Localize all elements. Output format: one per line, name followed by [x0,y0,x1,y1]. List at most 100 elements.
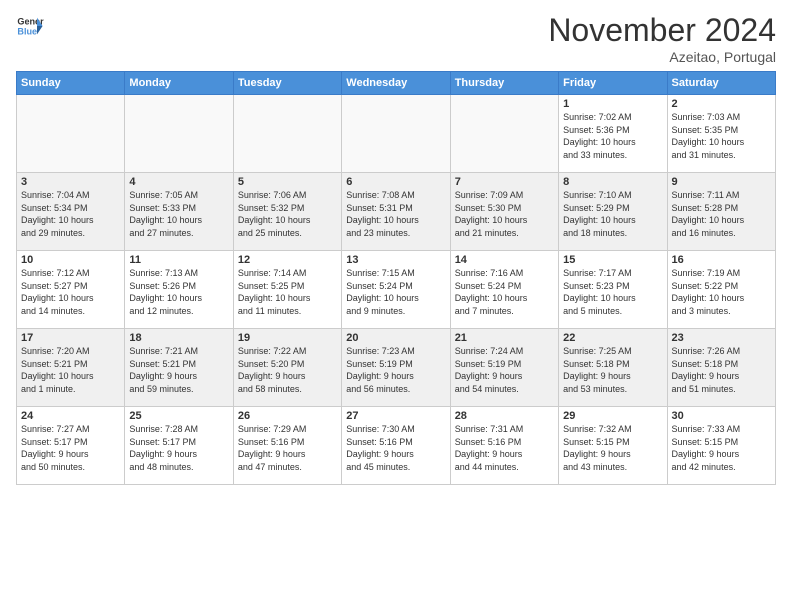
day-info: Sunrise: 7:25 AM Sunset: 5:18 PM Dayligh… [563,345,662,395]
day-number: 4 [129,176,228,188]
calendar-cell [233,95,341,173]
day-info: Sunrise: 7:32 AM Sunset: 5:15 PM Dayligh… [563,423,662,473]
day-number: 18 [129,332,228,344]
day-number: 8 [563,176,662,188]
calendar-cell [125,95,233,173]
day-number: 2 [672,98,771,110]
calendar-cell: 7Sunrise: 7:09 AM Sunset: 5:30 PM Daylig… [450,173,558,251]
calendar-cell [342,95,450,173]
day-info: Sunrise: 7:26 AM Sunset: 5:18 PM Dayligh… [672,345,771,395]
day-info: Sunrise: 7:31 AM Sunset: 5:16 PM Dayligh… [455,423,554,473]
calendar-cell: 18Sunrise: 7:21 AM Sunset: 5:21 PM Dayli… [125,329,233,407]
day-number: 11 [129,254,228,266]
day-number: 22 [563,332,662,344]
day-info: Sunrise: 7:10 AM Sunset: 5:29 PM Dayligh… [563,189,662,239]
calendar-cell [17,95,125,173]
weekday-header-thursday: Thursday [450,72,558,95]
calendar-cell: 9Sunrise: 7:11 AM Sunset: 5:28 PM Daylig… [667,173,775,251]
day-number: 14 [455,254,554,266]
day-number: 16 [672,254,771,266]
weekday-header-tuesday: Tuesday [233,72,341,95]
calendar-cell: 10Sunrise: 7:12 AM Sunset: 5:27 PM Dayli… [17,251,125,329]
day-info: Sunrise: 7:28 AM Sunset: 5:17 PM Dayligh… [129,423,228,473]
day-number: 13 [346,254,445,266]
day-number: 20 [346,332,445,344]
day-number: 10 [21,254,120,266]
weekday-header-saturday: Saturday [667,72,775,95]
calendar-cell: 12Sunrise: 7:14 AM Sunset: 5:25 PM Dayli… [233,251,341,329]
day-number: 28 [455,410,554,422]
day-number: 12 [238,254,337,266]
calendar-cell: 5Sunrise: 7:06 AM Sunset: 5:32 PM Daylig… [233,173,341,251]
day-info: Sunrise: 7:03 AM Sunset: 5:35 PM Dayligh… [672,111,771,161]
day-info: Sunrise: 7:20 AM Sunset: 5:21 PM Dayligh… [21,345,120,395]
month-title: November 2024 [548,12,776,49]
day-info: Sunrise: 7:15 AM Sunset: 5:24 PM Dayligh… [346,267,445,317]
weekday-header-friday: Friday [559,72,667,95]
page-header: General Blue November 2024 Azeitao, Port… [16,12,776,65]
calendar-cell: 19Sunrise: 7:22 AM Sunset: 5:20 PM Dayli… [233,329,341,407]
calendar-cell: 4Sunrise: 7:05 AM Sunset: 5:33 PM Daylig… [125,173,233,251]
calendar-table: SundayMondayTuesdayWednesdayThursdayFrid… [16,71,776,485]
calendar-cell: 23Sunrise: 7:26 AM Sunset: 5:18 PM Dayli… [667,329,775,407]
logo: General Blue [16,12,44,40]
calendar-cell: 14Sunrise: 7:16 AM Sunset: 5:24 PM Dayli… [450,251,558,329]
day-info: Sunrise: 7:12 AM Sunset: 5:27 PM Dayligh… [21,267,120,317]
calendar-cell: 28Sunrise: 7:31 AM Sunset: 5:16 PM Dayli… [450,407,558,485]
day-info: Sunrise: 7:24 AM Sunset: 5:19 PM Dayligh… [455,345,554,395]
day-info: Sunrise: 7:17 AM Sunset: 5:23 PM Dayligh… [563,267,662,317]
calendar-cell: 26Sunrise: 7:29 AM Sunset: 5:16 PM Dayli… [233,407,341,485]
calendar-cell: 24Sunrise: 7:27 AM Sunset: 5:17 PM Dayli… [17,407,125,485]
day-number: 3 [21,176,120,188]
weekday-header-sunday: Sunday [17,72,125,95]
calendar-week-3: 10Sunrise: 7:12 AM Sunset: 5:27 PM Dayli… [17,251,776,329]
logo-icon: General Blue [16,12,44,40]
day-number: 6 [346,176,445,188]
day-number: 15 [563,254,662,266]
day-info: Sunrise: 7:29 AM Sunset: 5:16 PM Dayligh… [238,423,337,473]
day-number: 30 [672,410,771,422]
calendar-week-5: 24Sunrise: 7:27 AM Sunset: 5:17 PM Dayli… [17,407,776,485]
day-info: Sunrise: 7:08 AM Sunset: 5:31 PM Dayligh… [346,189,445,239]
calendar-cell: 15Sunrise: 7:17 AM Sunset: 5:23 PM Dayli… [559,251,667,329]
day-number: 9 [672,176,771,188]
weekday-header-wednesday: Wednesday [342,72,450,95]
day-number: 5 [238,176,337,188]
day-info: Sunrise: 7:11 AM Sunset: 5:28 PM Dayligh… [672,189,771,239]
calendar-cell: 16Sunrise: 7:19 AM Sunset: 5:22 PM Dayli… [667,251,775,329]
day-info: Sunrise: 7:21 AM Sunset: 5:21 PM Dayligh… [129,345,228,395]
calendar-cell: 17Sunrise: 7:20 AM Sunset: 5:21 PM Dayli… [17,329,125,407]
calendar-cell: 29Sunrise: 7:32 AM Sunset: 5:15 PM Dayli… [559,407,667,485]
weekday-header-row: SundayMondayTuesdayWednesdayThursdayFrid… [17,72,776,95]
day-number: 27 [346,410,445,422]
day-info: Sunrise: 7:06 AM Sunset: 5:32 PM Dayligh… [238,189,337,239]
calendar-cell: 13Sunrise: 7:15 AM Sunset: 5:24 PM Dayli… [342,251,450,329]
calendar-week-2: 3Sunrise: 7:04 AM Sunset: 5:34 PM Daylig… [17,173,776,251]
day-number: 17 [21,332,120,344]
calendar-cell: 1Sunrise: 7:02 AM Sunset: 5:36 PM Daylig… [559,95,667,173]
day-info: Sunrise: 7:13 AM Sunset: 5:26 PM Dayligh… [129,267,228,317]
calendar-cell: 27Sunrise: 7:30 AM Sunset: 5:16 PM Dayli… [342,407,450,485]
day-info: Sunrise: 7:33 AM Sunset: 5:15 PM Dayligh… [672,423,771,473]
calendar-cell: 3Sunrise: 7:04 AM Sunset: 5:34 PM Daylig… [17,173,125,251]
day-info: Sunrise: 7:09 AM Sunset: 5:30 PM Dayligh… [455,189,554,239]
calendar-week-4: 17Sunrise: 7:20 AM Sunset: 5:21 PM Dayli… [17,329,776,407]
day-info: Sunrise: 7:27 AM Sunset: 5:17 PM Dayligh… [21,423,120,473]
page-container: General Blue November 2024 Azeitao, Port… [0,0,792,493]
calendar-cell: 22Sunrise: 7:25 AM Sunset: 5:18 PM Dayli… [559,329,667,407]
calendar-cell: 21Sunrise: 7:24 AM Sunset: 5:19 PM Dayli… [450,329,558,407]
calendar-cell: 2Sunrise: 7:03 AM Sunset: 5:35 PM Daylig… [667,95,775,173]
day-number: 1 [563,98,662,110]
day-info: Sunrise: 7:16 AM Sunset: 5:24 PM Dayligh… [455,267,554,317]
day-info: Sunrise: 7:30 AM Sunset: 5:16 PM Dayligh… [346,423,445,473]
day-info: Sunrise: 7:19 AM Sunset: 5:22 PM Dayligh… [672,267,771,317]
day-info: Sunrise: 7:05 AM Sunset: 5:33 PM Dayligh… [129,189,228,239]
calendar-week-1: 1Sunrise: 7:02 AM Sunset: 5:36 PM Daylig… [17,95,776,173]
day-info: Sunrise: 7:23 AM Sunset: 5:19 PM Dayligh… [346,345,445,395]
calendar-cell: 8Sunrise: 7:10 AM Sunset: 5:29 PM Daylig… [559,173,667,251]
day-info: Sunrise: 7:22 AM Sunset: 5:20 PM Dayligh… [238,345,337,395]
title-block: November 2024 Azeitao, Portugal [548,12,776,65]
calendar-cell: 11Sunrise: 7:13 AM Sunset: 5:26 PM Dayli… [125,251,233,329]
day-info: Sunrise: 7:04 AM Sunset: 5:34 PM Dayligh… [21,189,120,239]
weekday-header-monday: Monday [125,72,233,95]
